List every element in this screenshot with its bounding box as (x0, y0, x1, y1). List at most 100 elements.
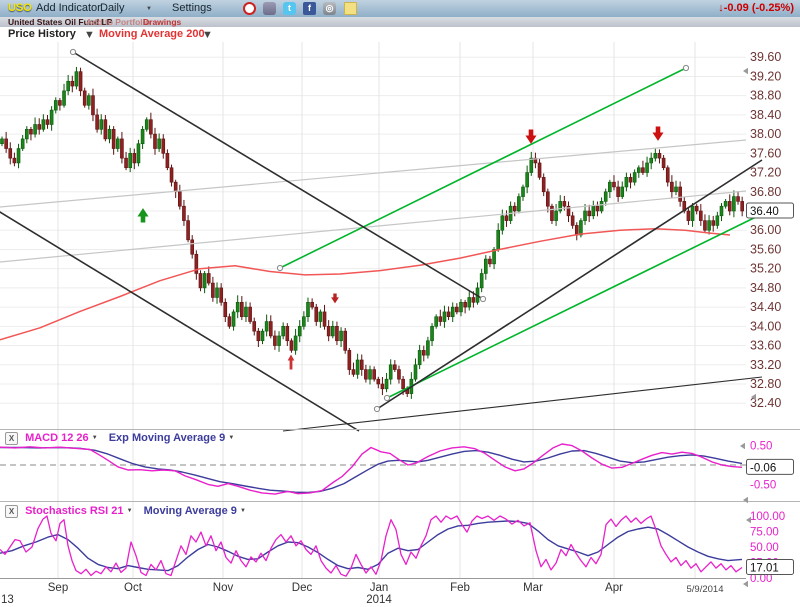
add-to-portfolio-link[interactable]: Add to Portfolio (86, 17, 150, 27)
trendline-handle[interactable] (69, 48, 77, 56)
candle-body (289, 340, 294, 351)
stoch-pane-header: X Stochastics RSI 21 ▼ Moving Average 9 … (0, 505, 246, 518)
candle-body (306, 302, 310, 318)
candle-body (87, 95, 91, 106)
macd-dropdown[interactable]: MACD 12 26 (25, 432, 89, 444)
chevron-down-icon[interactable]: ▼ (228, 435, 234, 441)
candle-body (525, 172, 529, 188)
candle-body (293, 335, 298, 351)
candle-body (277, 335, 281, 346)
candle-body (8, 148, 13, 159)
candle-body (500, 215, 505, 231)
candle-body (165, 153, 170, 169)
trendline-handle[interactable] (383, 394, 391, 402)
stoch-tick-label: 50.00 (750, 542, 779, 554)
stoch-tick-label: 100.00 (750, 511, 785, 523)
drawings-link[interactable]: Drawings (143, 17, 181, 27)
candle-body (206, 273, 211, 284)
price-pane-header: Price History ▼ Moving Average 200 ▼ (0, 27, 800, 42)
chevron-down-icon[interactable]: ▼ (146, 1, 152, 17)
stoch-line (0, 515, 743, 577)
candle-body (401, 378, 405, 390)
camera-icon[interactable]: ◎ (323, 2, 336, 15)
candle-body (686, 210, 691, 221)
candle-body (335, 326, 339, 342)
candle-body (202, 273, 207, 289)
chevron-down-icon[interactable]: ▼ (240, 508, 246, 514)
candle-body (120, 138, 124, 159)
candle-body (244, 306, 248, 318)
trendline-handle[interactable] (373, 405, 381, 413)
year-label-partial: 13 (1, 594, 14, 606)
candle-body (446, 311, 451, 318)
settings-button[interactable]: Settings (172, 0, 212, 16)
last-price-label: 36.40 (750, 206, 779, 218)
facebook-icon[interactable]: f (303, 2, 316, 15)
trendline-handle[interactable] (479, 295, 487, 303)
alarm-clock-icon[interactable] (243, 2, 256, 15)
twitter-icon[interactable]: t (283, 2, 296, 15)
trendline-handle[interactable] (682, 64, 690, 72)
chevron-down-icon[interactable]: ▼ (84, 28, 95, 43)
period-select[interactable]: Daily (100, 0, 124, 16)
candle-body (707, 220, 711, 231)
candle-body (715, 215, 720, 226)
axis-anchor-arrow (743, 67, 748, 75)
month-label: Nov (213, 582, 234, 594)
add-indicator-button[interactable]: Add Indicator (36, 0, 101, 16)
candle-body (74, 71, 79, 87)
candle-body (736, 196, 740, 202)
chevron-down-icon[interactable]: ▼ (202, 28, 213, 43)
axis-anchor-arrow (740, 442, 745, 450)
candle-body (351, 369, 356, 375)
candle-body (314, 306, 319, 322)
stoch-ma-dropdown[interactable]: Moving Average 9 (144, 505, 237, 517)
candle-body (343, 330, 348, 351)
candle-body (583, 210, 587, 221)
macd-signal-dropdown[interactable]: Exp Moving Average 9 (109, 432, 226, 444)
chevron-down-icon[interactable]: ▼ (92, 435, 98, 441)
candle-body (359, 359, 364, 370)
notes-icon[interactable] (344, 2, 357, 15)
candle-body (91, 95, 95, 116)
candle-body (161, 138, 166, 154)
candle-body (29, 129, 33, 135)
candle-body (388, 364, 393, 380)
chevron-down-icon[interactable]: ▼ (127, 508, 133, 514)
candle-body (12, 157, 17, 164)
axis-anchor-arrow (743, 580, 748, 588)
january-uptrend-line (376, 159, 763, 410)
trendline-handle[interactable] (276, 264, 284, 272)
candle-body (620, 186, 625, 197)
candle-body (219, 287, 223, 303)
candle-body (372, 369, 376, 380)
price-tick-label: 38.00 (750, 127, 781, 141)
stoch-dropdown[interactable]: Stochastics RSI 21 (25, 505, 123, 517)
price-history-dropdown[interactable]: Price History (8, 27, 76, 42)
candle-body (384, 378, 389, 390)
price-tick-label: 33.20 (750, 358, 781, 372)
candle-body (248, 306, 252, 322)
macd-close-button[interactable]: X (5, 432, 18, 445)
candle-body (240, 302, 244, 318)
library-icon[interactable] (263, 2, 276, 15)
symbol-ticker[interactable]: USO (8, 0, 32, 16)
last-date-label: 5/9/2014 (687, 584, 724, 595)
candle-body (20, 138, 25, 149)
candle-body (570, 215, 575, 226)
candle-body (235, 302, 240, 313)
candle-body (149, 119, 153, 135)
candle-body (479, 273, 484, 289)
candle-body (347, 350, 352, 370)
candle-body (53, 100, 58, 111)
moving-average-200-dropdown[interactable]: Moving Average 200 (99, 27, 205, 42)
candle-body (136, 143, 141, 164)
candle-body (99, 119, 104, 130)
price-tick-label: 38.80 (750, 89, 781, 103)
candle-body (550, 205, 554, 221)
candle-body (169, 167, 174, 183)
candle-body (562, 201, 567, 207)
price-tick-label: 37.60 (750, 146, 781, 160)
candle-body (128, 153, 132, 169)
stoch-close-button[interactable]: X (5, 505, 18, 518)
